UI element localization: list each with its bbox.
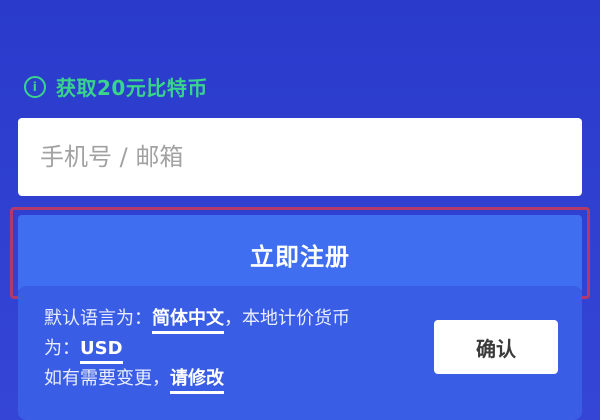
account-input[interactable] — [18, 118, 582, 196]
change-prefix: 如有需要变更， — [44, 368, 170, 389]
info-icon: i — [24, 75, 46, 98]
promo-text: 获取20元比特币 — [56, 76, 208, 100]
currency-line: 为：USD — [44, 334, 414, 364]
change-line: 如有需要变更，请修改 — [44, 364, 414, 394]
language-label: 默认语言为： — [44, 308, 152, 329]
change-link[interactable]: 请修改 — [170, 368, 224, 394]
promo-banner: i 获取20元比特币 — [24, 72, 208, 101]
currency-label: ，本地计价货币 — [224, 308, 350, 329]
currency-value[interactable]: USD — [80, 338, 123, 364]
language-notice-panel: 默认语言为：简体中文，本地计价货币 为：USD 如有需要变更，请修改 确认 — [18, 286, 582, 420]
confirm-button[interactable]: 确认 — [434, 320, 558, 374]
language-value[interactable]: 简体中文 — [152, 308, 224, 334]
register-button[interactable]: 立即注册 — [18, 215, 582, 293]
account-input-wrapper — [18, 118, 582, 196]
language-line: 默认语言为：简体中文，本地计价货币 — [44, 304, 414, 334]
language-notice-text: 默认语言为：简体中文，本地计价货币 为：USD 如有需要变更，请修改 — [44, 304, 414, 394]
currency-prefix: 为： — [44, 338, 80, 359]
